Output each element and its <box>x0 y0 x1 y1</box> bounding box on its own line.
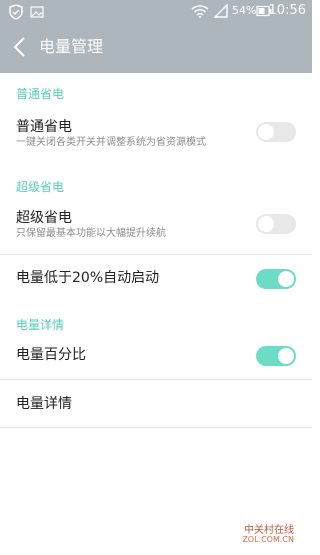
battery-percentage: 54% <box>232 4 257 17</box>
list-item-title: 超级省电 <box>16 210 72 226</box>
list-item-battery-details[interactable]: 电量详情 <box>0 380 312 427</box>
divider <box>0 427 312 428</box>
wifi-icon <box>191 5 209 18</box>
status-bar: 54% 10:56 <box>0 0 312 24</box>
section-header-battery-details: 电量详情 <box>16 318 65 332</box>
list-item-normal-saving[interactable]: 普通省电 一键关闭各类开关并调整系统为省资源模式 <box>0 111 312 165</box>
normal-saving-toggle[interactable] <box>256 122 296 142</box>
battery-percentage-toggle[interactable] <box>256 346 296 366</box>
watermark-url: ZOL.COM.CN <box>242 535 294 544</box>
toggle-knob <box>258 124 274 140</box>
toggle-knob <box>278 348 294 364</box>
status-time: 10:56 <box>268 3 306 18</box>
list-item-title: 电量百分比 <box>16 347 86 363</box>
list-item-battery-percentage[interactable]: 电量百分比 <box>0 339 312 379</box>
section-header-super-saving: 超级省电 <box>16 180 65 194</box>
watermark-text: 中关村在线 <box>244 525 294 536</box>
shield-icon <box>9 4 23 20</box>
auto-start-toggle[interactable] <box>256 269 296 289</box>
image-icon <box>30 6 44 18</box>
page-title: 电量管理 <box>39 37 104 56</box>
toggle-knob <box>258 216 274 232</box>
super-saving-toggle[interactable] <box>256 214 296 234</box>
signal-icon <box>214 4 228 18</box>
list-item-subtitle: 一键关闭各类开关并调整系统为省资源模式 <box>16 137 206 148</box>
watermark: 中关村在线 ZOL.COM.CN <box>204 519 304 549</box>
list-item-auto-start[interactable]: 电量低于20%自动启动 <box>0 255 312 303</box>
back-arrow-icon <box>13 37 25 57</box>
back-button[interactable] <box>6 32 32 62</box>
section-header-normal-saving: 普通省电 <box>16 87 65 101</box>
list-item-title: 普通省电 <box>16 119 72 135</box>
list-item-subtitle: 只保留最基本功能以大幅提升续航 <box>16 228 166 239</box>
list-item-title: 电量低于20%自动启动 <box>16 270 160 286</box>
top-app-bar: 54% 10:56 电量管理 <box>0 0 312 73</box>
list-item-title: 电量详情 <box>16 396 72 412</box>
list-item-super-saving[interactable]: 超级省电 只保留最基本功能以大幅提升续航 <box>0 204 312 254</box>
title-bar: 电量管理 <box>0 24 312 73</box>
toggle-knob <box>278 271 294 287</box>
